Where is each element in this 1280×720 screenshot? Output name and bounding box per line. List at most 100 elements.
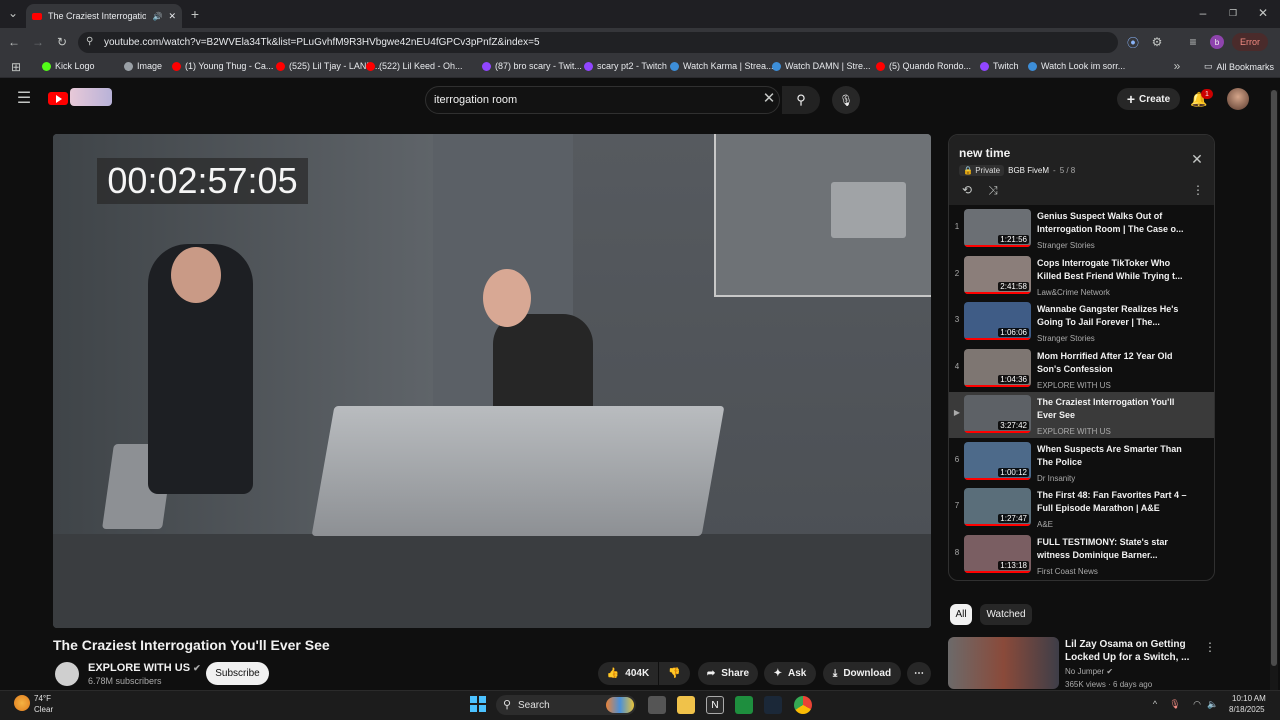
extensions-puzzle-icon[interactable]: ⚙	[1150, 34, 1164, 50]
playlist-item[interactable]: 2 2:41:58 Cops Interrogate TikToker Who Ki…	[949, 253, 1214, 299]
bookmark-item[interactable]: Watch DAMN | Stre...	[772, 61, 871, 71]
playlist-title[interactable]: new time	[959, 146, 1010, 160]
bookmark-item[interactable]: (87) bro scary - Twit...	[482, 61, 582, 71]
loop-icon[interactable]: ⟲	[959, 183, 975, 197]
recommendation-channel[interactable]: No Jumper ✔	[1065, 667, 1113, 676]
playlist-item-title[interactable]: The Craziest Interrogation You'll Ever S…	[1037, 396, 1187, 422]
page-scrollbar-thumb[interactable]	[1271, 90, 1277, 666]
widgets-icon[interactable]	[606, 697, 634, 713]
video-player[interactable]: 00:02:57:05	[53, 134, 931, 628]
bookmark-item[interactable]: (522) Lil Keed - Oh...	[366, 61, 463, 71]
playlist-item-channel[interactable]: EXPLORE WITH US	[1037, 381, 1111, 390]
task-view-icon[interactable]	[648, 696, 666, 714]
tray-microphone-icon[interactable]: 🎙	[1169, 698, 1180, 710]
playlist-item-thumbnail[interactable]: 2:41:58	[964, 255, 1031, 294]
back-icon[interactable]: ←	[6, 35, 22, 49]
reload-icon[interactable]: ↻	[54, 35, 70, 49]
bookmark-item[interactable]: (525) Lil Tjay - LANE...	[276, 61, 380, 71]
playlist-item-thumbnail[interactable]: 1:13:18	[964, 534, 1031, 573]
file-explorer-icon[interactable]	[677, 696, 695, 714]
playlist-item-title[interactable]: The First 48: Fan Favorites Part 4 – Ful…	[1037, 489, 1187, 515]
apps-grid-icon[interactable]: ⊞	[10, 60, 22, 74]
share-button[interactable]: ➦ Share	[698, 662, 758, 685]
playlist-item-channel[interactable]: A&E	[1037, 520, 1053, 529]
playlist-item-title[interactable]: Mom Horrified After 12 Year Old Son's Co…	[1037, 350, 1187, 376]
clock-date[interactable]: 8/18/2025	[1229, 705, 1265, 714]
tab-search-icon[interactable]: ⌄	[6, 6, 20, 20]
minimize-button[interactable]: –	[1196, 6, 1210, 20]
recommendation-thumbnail[interactable]	[948, 637, 1059, 689]
filter-chip-all[interactable]: All	[950, 604, 972, 625]
bookmark-item[interactable]: (1) Young Thug - Ca...	[172, 61, 273, 71]
steam-icon[interactable]	[764, 696, 782, 714]
playlist-item-thumbnail[interactable]: 1:06:06	[964, 302, 1031, 340]
youtube-logo-icon[interactable]	[48, 92, 68, 105]
bookmark-item[interactable]: (5) Quando Rondo...	[876, 61, 971, 71]
bookmark-item[interactable]: Watch Karma | Strea...	[670, 61, 774, 71]
playlist-item-channel[interactable]: Law&Crime Network	[1037, 288, 1110, 297]
playlist-owner[interactable]: BGB FiveM	[1008, 166, 1049, 175]
volume-icon[interactable]: 🔈	[1207, 698, 1218, 710]
search-button[interactable]: ⚲	[782, 86, 820, 114]
playlist-item[interactable]: 8 1:13:18 FULL TESTIMONY: State's star wit…	[949, 532, 1214, 578]
channel-avatar[interactable]	[55, 662, 79, 686]
address-bar[interactable]: ⚲ youtube.com/watch?v=B2WVEla34Tk&list=P…	[78, 32, 1118, 53]
site-info-icon[interactable]: ⚲	[86, 36, 93, 47]
playlist-item-thumbnail[interactable]: 1:04:36	[964, 348, 1031, 387]
tab-audio-icon[interactable]: 🔊	[152, 12, 162, 21]
filter-chip-watched[interactable]: Watched	[980, 604, 1032, 625]
playlist-item-channel[interactable]: Dr Insanity	[1037, 474, 1075, 483]
page-scrollbar-track[interactable]	[1270, 90, 1278, 690]
clock-time[interactable]: 10:10 AM	[1232, 694, 1266, 703]
maximize-button[interactable]: ❐	[1226, 6, 1240, 20]
bookmark-item[interactable]: scary pt2 - Twitch	[584, 61, 667, 71]
playlist-item-title[interactable]: FULL TESTIMONY: State's star witness Dom…	[1037, 536, 1187, 562]
user-avatar[interactable]	[1227, 88, 1249, 110]
bookmark-item[interactable]: Twitch	[980, 61, 1019, 71]
playlist-item-title[interactable]: When Suspects Are Smarter Than The Polic…	[1037, 443, 1187, 469]
chrome-icon[interactable]	[794, 696, 812, 714]
playlist-item-channel[interactable]: First Coast News	[1037, 567, 1098, 576]
playlist-item[interactable]: 4 1:04:36 Mom Horrified After 12 Year Old …	[949, 346, 1214, 392]
playlist-item-channel[interactable]: EXPLORE WITH US	[1037, 427, 1111, 436]
browser-tab-active[interactable]: The Craziest Interrogation Y 🔊 ✕	[26, 4, 182, 28]
ask-button[interactable]: ✦ Ask	[764, 662, 816, 685]
profile-avatar[interactable]: b	[1210, 35, 1224, 49]
tray-overflow-icon[interactable]: ^	[1150, 698, 1160, 710]
playlist-item-title[interactable]: Cops Interrogate TikToker Who Killed Bes…	[1037, 257, 1187, 283]
playlist-item[interactable]: 6 1:00:12 When Suspects Are Smarter Than T…	[949, 439, 1214, 485]
playlist-item[interactable]: ▶ 3:27:42 The Craziest Interrogation You'l…	[949, 392, 1214, 438]
download-button[interactable]: ⤓ Download	[823, 662, 901, 685]
playlist-item-thumbnail[interactable]: 3:27:42	[964, 395, 1031, 433]
all-bookmarks-folder[interactable]: ▭ All Bookmarks	[1204, 61, 1274, 72]
playlist-menu-icon[interactable]: ⋮	[1192, 183, 1204, 197]
search-input[interactable]: iterrogation room	[425, 86, 780, 114]
reading-list-icon[interactable]: ≡	[1186, 34, 1200, 50]
create-button[interactable]: + Create	[1117, 88, 1180, 110]
playlist-item-thumbnail[interactable]: 1:00:12	[964, 441, 1031, 480]
youtube-doodle-logo[interactable]	[70, 88, 112, 106]
playlist-item[interactable]: 7 1:27:47 The First 48: Fan Favorites Part…	[949, 485, 1214, 531]
shuffle-icon[interactable]: ⤨	[985, 183, 1001, 197]
subscribe-button[interactable]: Subscribe	[206, 662, 269, 685]
playlist-item-channel[interactable]: Stranger Stories	[1037, 241, 1095, 250]
windows-start-icon[interactable]	[470, 696, 486, 712]
playlist-item[interactable]: 1 1:21:56 Genius Suspect Walks Out of Inte…	[949, 206, 1214, 252]
wifi-icon[interactable]: ◠	[1192, 698, 1202, 710]
close-playlist-icon[interactable]: ✕	[1189, 151, 1205, 167]
recommendation-title[interactable]: Lil Zay Osama on Getting Locked Up for a…	[1065, 638, 1200, 664]
extension-icon[interactable]: ⦿	[1126, 34, 1140, 50]
voice-search-button[interactable]: 🎙	[832, 86, 860, 114]
tab-close-icon[interactable]: ✕	[168, 11, 176, 22]
new-tab-button[interactable]: +	[188, 6, 202, 22]
weather-temperature[interactable]: 74°F	[34, 694, 51, 703]
playlist-item-thumbnail[interactable]: 1:21:56	[964, 209, 1031, 247]
bookmark-item[interactable]: Kick Logo	[42, 61, 95, 71]
dislike-button[interactable]: 👎	[659, 662, 690, 685]
channel-name[interactable]: EXPLORE WITH US ✔	[88, 662, 201, 674]
menu-hamburger-icon[interactable]: ☰	[16, 90, 32, 107]
more-bookmarks-icon[interactable]: »	[1172, 59, 1182, 73]
recommendation-menu-icon[interactable]: ⋮	[1204, 640, 1216, 654]
more-actions-button[interactable]: ⋯	[907, 662, 931, 685]
playlist-item-thumbnail[interactable]: 1:27:47	[964, 488, 1031, 526]
